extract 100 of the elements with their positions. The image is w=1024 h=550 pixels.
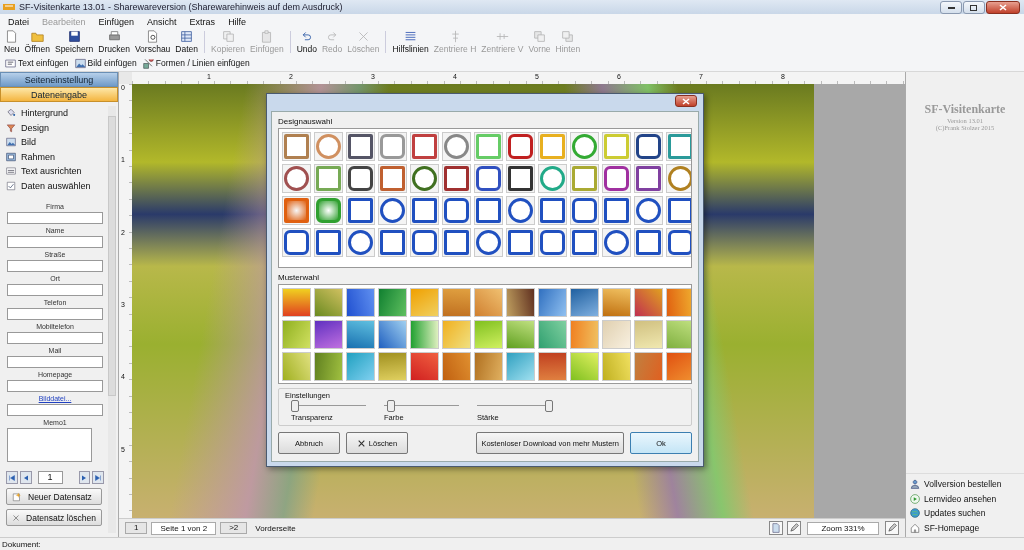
frame-thumbnail[interactable] bbox=[634, 164, 663, 193]
pen-tool-button[interactable] bbox=[885, 521, 899, 535]
pattern-thumbnail[interactable] bbox=[442, 320, 471, 349]
frame-thumbnail[interactable] bbox=[346, 132, 375, 161]
frame-thumbnail[interactable] bbox=[314, 228, 343, 257]
input-field[interactable] bbox=[7, 404, 103, 416]
input-field[interactable] bbox=[7, 260, 103, 272]
frame-thumbnail[interactable] bbox=[666, 228, 691, 257]
input-field[interactable] bbox=[7, 212, 103, 224]
frame-thumbnail[interactable] bbox=[570, 164, 599, 193]
toolbar-button[interactable]: Hilfslinien bbox=[390, 30, 431, 54]
toolbar-button[interactable]: Vorschau bbox=[132, 30, 173, 54]
pattern-thumbnail[interactable] bbox=[602, 352, 631, 381]
frame-thumbnail[interactable] bbox=[506, 228, 535, 257]
frame-thumbnail[interactable] bbox=[666, 196, 691, 225]
frame-thumbnail[interactable] bbox=[346, 164, 375, 193]
input-field[interactable] bbox=[7, 308, 103, 320]
menu-item[interactable]: Einfügen bbox=[98, 16, 135, 27]
input-field[interactable] bbox=[7, 356, 103, 368]
pattern-thumbnail[interactable] bbox=[314, 320, 343, 349]
frame-thumbnail[interactable] bbox=[282, 164, 311, 193]
frame-thumbnail[interactable] bbox=[506, 132, 535, 161]
frame-thumbnail[interactable] bbox=[474, 196, 503, 225]
input-field[interactable] bbox=[7, 380, 103, 392]
frame-thumbnail[interactable] bbox=[602, 132, 631, 161]
pattern-thumbnail[interactable] bbox=[282, 288, 311, 317]
insert-button[interactable]: Text einfügen bbox=[4, 57, 70, 69]
maximize-button[interactable] bbox=[963, 0, 985, 14]
pattern-thumbnail[interactable] bbox=[474, 320, 503, 349]
input-field[interactable] bbox=[7, 284, 103, 296]
panel-item[interactable]: Daten auswählen bbox=[6, 178, 104, 193]
panel-item[interactable]: Bild bbox=[6, 135, 104, 150]
frame-thumbnail[interactable] bbox=[410, 196, 439, 225]
pattern-thumbnail[interactable] bbox=[346, 352, 375, 381]
page-view-button[interactable] bbox=[769, 521, 783, 535]
frame-thumbnail[interactable] bbox=[474, 132, 503, 161]
toolbar-button[interactable]: Öffnen bbox=[22, 30, 52, 54]
slider[interactable] bbox=[291, 400, 366, 411]
frame-thumbnail[interactable] bbox=[570, 196, 599, 225]
menu-item[interactable]: Extras bbox=[189, 16, 216, 27]
pattern-thumbnail[interactable] bbox=[346, 288, 375, 317]
panel-item[interactable]: Design bbox=[6, 120, 104, 135]
frame-thumbnail[interactable] bbox=[346, 196, 375, 225]
toolbar-button[interactable]: Neu bbox=[2, 30, 22, 54]
pattern-thumbnail[interactable] bbox=[634, 288, 663, 317]
pattern-thumbnail[interactable] bbox=[314, 288, 343, 317]
page-button[interactable]: >2 bbox=[220, 522, 248, 534]
pattern-thumbnail[interactable] bbox=[410, 352, 439, 381]
pattern-thumbnail[interactable] bbox=[634, 352, 663, 381]
pattern-thumbnail[interactable] bbox=[506, 320, 535, 349]
input-field[interactable] bbox=[7, 332, 103, 344]
pattern-thumbnail[interactable] bbox=[666, 288, 691, 317]
close-button[interactable] bbox=[986, 0, 1020, 14]
pattern-thumbnail[interactable] bbox=[570, 288, 599, 317]
frame-thumbnail[interactable] bbox=[602, 228, 631, 257]
frame-thumbnail[interactable] bbox=[410, 228, 439, 257]
pattern-thumbnail[interactable] bbox=[506, 352, 535, 381]
panel-item[interactable]: Hintergrund bbox=[6, 106, 104, 121]
memo-field[interactable] bbox=[7, 428, 92, 462]
pattern-thumbnail[interactable] bbox=[282, 320, 311, 349]
frame-thumbnail[interactable] bbox=[442, 164, 471, 193]
menu-item[interactable]: Datei bbox=[8, 16, 29, 27]
minimize-button[interactable] bbox=[940, 0, 962, 14]
pattern-thumbnail[interactable] bbox=[474, 288, 503, 317]
menu-item[interactable]: Hilfe bbox=[228, 16, 247, 27]
frame-thumbnail[interactable] bbox=[442, 196, 471, 225]
toolbar-button[interactable]: Undo bbox=[294, 30, 319, 54]
frame-thumbnail[interactable] bbox=[410, 132, 439, 161]
panel-tab[interactable]: Dateneingabe bbox=[0, 87, 118, 102]
frame-thumbnail[interactable] bbox=[666, 164, 691, 193]
frame-thumbnail[interactable] bbox=[474, 228, 503, 257]
frame-thumbnail[interactable] bbox=[506, 164, 535, 193]
pattern-thumbnail[interactable] bbox=[474, 352, 503, 381]
frame-thumbnail[interactable] bbox=[506, 196, 535, 225]
toolbar-button[interactable]: Speichern bbox=[52, 30, 96, 54]
insert-button[interactable]: Formen / Linien einfügen bbox=[141, 57, 251, 69]
frame-thumbnail[interactable] bbox=[570, 132, 599, 161]
last-record-button[interactable] bbox=[92, 471, 105, 484]
frame-thumbnail[interactable] bbox=[410, 164, 439, 193]
frame-thumbnail[interactable] bbox=[378, 196, 407, 225]
toolbar-button[interactable]: Drucken bbox=[96, 30, 132, 54]
slider-thumb[interactable] bbox=[387, 400, 396, 412]
previous-record-button[interactable] bbox=[19, 471, 32, 484]
frame-thumbnail[interactable] bbox=[538, 196, 567, 225]
frame-thumbnail[interactable] bbox=[282, 132, 311, 161]
pattern-thumbnail[interactable] bbox=[602, 288, 631, 317]
pattern-thumbnail[interactable] bbox=[346, 320, 375, 349]
frame-thumbnail[interactable] bbox=[314, 164, 343, 193]
panel-item[interactable]: Rahmen bbox=[6, 149, 104, 164]
next-record-button[interactable] bbox=[78, 471, 91, 484]
frame-thumbnail[interactable] bbox=[282, 196, 311, 225]
slider-thumb[interactable] bbox=[291, 400, 299, 412]
pen-tool-button[interactable] bbox=[787, 521, 801, 535]
panel-link[interactable]: Updates suchen bbox=[910, 506, 1020, 521]
frame-thumbnail[interactable] bbox=[378, 132, 407, 161]
frame-thumbnail[interactable] bbox=[346, 228, 375, 257]
close-button[interactable] bbox=[675, 95, 697, 107]
pattern-thumbnail[interactable] bbox=[538, 288, 567, 317]
panel-link[interactable]: SF-Homepage bbox=[910, 520, 1020, 535]
frame-thumbnail[interactable] bbox=[634, 196, 663, 225]
